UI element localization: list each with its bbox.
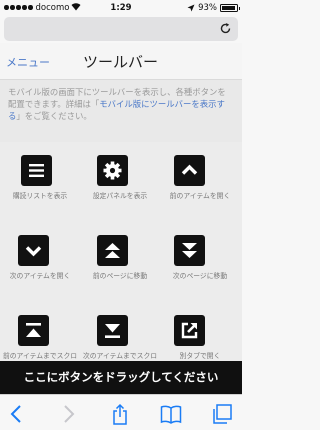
tool-label: 別タブで開く: [179, 352, 221, 360]
menu-link[interactable]: メニュー: [6, 54, 50, 70]
battery-fill: [222, 6, 235, 10]
location-icon: [187, 4, 195, 12]
status-bar: docomo 1:29 93%: [0, 0, 242, 16]
tool-item-prev-page[interactable]: 前のページに移動: [80, 235, 160, 305]
bookmarks-icon[interactable]: [160, 403, 182, 425]
tool-label: 購読リストを表示: [12, 192, 68, 200]
scroll-down-icon[interactable]: [97, 315, 128, 346]
tabs-icon[interactable]: [211, 403, 233, 425]
drop-zone-banner[interactable]: ここにボタンをドラッグしてください: [0, 361, 242, 394]
tool-item-settings[interactable]: 設定パネルを表示: [80, 155, 160, 225]
tool-item-list[interactable]: 購読リストを表示: [0, 155, 80, 225]
double-chevron-up-icon[interactable]: [97, 235, 128, 266]
chevron-up-icon[interactable]: [174, 155, 205, 186]
share-icon[interactable]: [109, 403, 131, 425]
tool-label: 設定パネルを表示: [92, 192, 148, 200]
external-link-icon[interactable]: [174, 315, 205, 346]
page-header: メニュー ツールバー: [0, 43, 242, 80]
reload-icon[interactable]: [219, 22, 232, 35]
web-page: メニュー ツールバー モバイル版の画面下にツールバーを表示し、各種ボタンを配置で…: [0, 43, 242, 386]
page-title: ツールバー: [83, 53, 159, 71]
forward-icon[interactable]: [57, 403, 79, 425]
chevron-down-icon[interactable]: [18, 235, 49, 266]
tool-label: 次のページに移動: [172, 272, 228, 280]
scroll-up-icon[interactable]: [18, 315, 49, 346]
tool-item-prev-item[interactable]: 前のアイテムを開く: [160, 155, 240, 225]
gear-icon[interactable]: [97, 155, 128, 186]
battery-icon: [220, 4, 240, 12]
description-text-end: 」をご覧ください。: [16, 111, 92, 121]
battery-percent: 93%: [198, 3, 217, 13]
tool-label: 次のアイテムを開く: [9, 272, 71, 280]
tool-label: 前のアイテムを開く: [169, 192, 231, 200]
tool-label: 前のページに移動: [92, 272, 148, 280]
tool-item-next-item[interactable]: 次のアイテムを開く: [0, 235, 80, 305]
battery-area: 93%: [187, 3, 240, 13]
tool-item-next-page[interactable]: 次のページに移動: [160, 235, 240, 305]
browser-toolbar: [0, 394, 242, 430]
description: モバイル版の画面下にツールバーを表示し、各種ボタンを配置できます。詳細は「モバイ…: [0, 80, 242, 142]
back-icon[interactable]: [6, 403, 28, 425]
list-icon[interactable]: [21, 155, 52, 186]
double-chevron-down-icon[interactable]: [174, 235, 205, 266]
address-bar[interactable]: [4, 17, 238, 41]
